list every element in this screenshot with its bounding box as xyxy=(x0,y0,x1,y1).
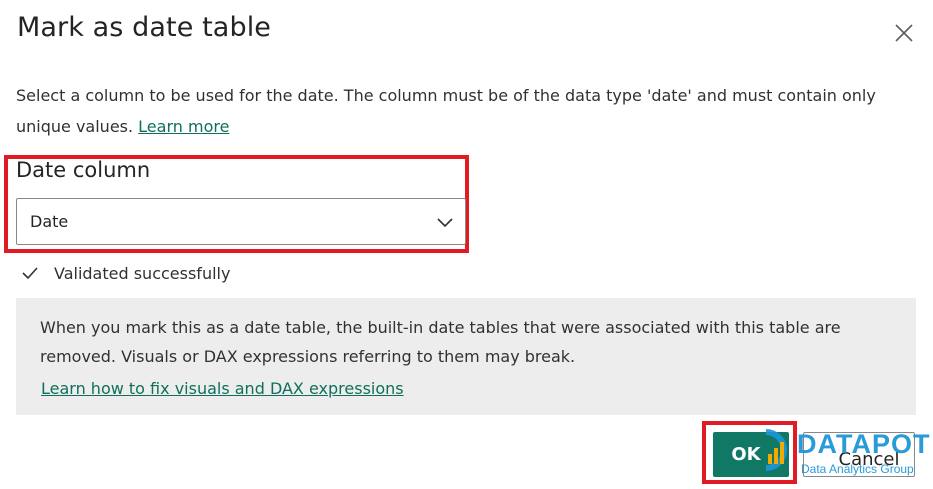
date-column-label: Date column xyxy=(16,158,151,182)
chevron-down-icon xyxy=(437,218,453,228)
close-button[interactable] xyxy=(890,19,918,47)
date-column-dropdown[interactable]: Date xyxy=(16,198,466,245)
validation-status: Validated successfully xyxy=(20,263,230,283)
close-icon xyxy=(895,24,913,42)
validation-status-text: Validated successfully xyxy=(54,263,231,283)
fix-visuals-link[interactable]: Learn how to fix visuals and DAX express… xyxy=(41,374,404,403)
datapot-logo-icon xyxy=(765,429,787,471)
info-message-box: When you mark this as a date table, the … xyxy=(16,298,916,415)
checkmark-icon xyxy=(22,267,38,280)
ok-button-label: OK xyxy=(731,444,761,465)
date-column-selected-value: Date xyxy=(30,212,69,231)
dialog-title: Mark as date table xyxy=(17,12,272,43)
mark-as-date-table-dialog: Mark as date table Select a column to be… xyxy=(0,0,933,489)
watermark-tagline: Data Analytics Group xyxy=(801,462,914,476)
info-message-text: When you mark this as a date table, the … xyxy=(40,318,841,366)
learn-more-link[interactable]: Learn more xyxy=(138,117,229,136)
dialog-description: Select a column to be used for the date.… xyxy=(16,80,896,142)
watermark-name: DATAPOT xyxy=(797,429,931,459)
